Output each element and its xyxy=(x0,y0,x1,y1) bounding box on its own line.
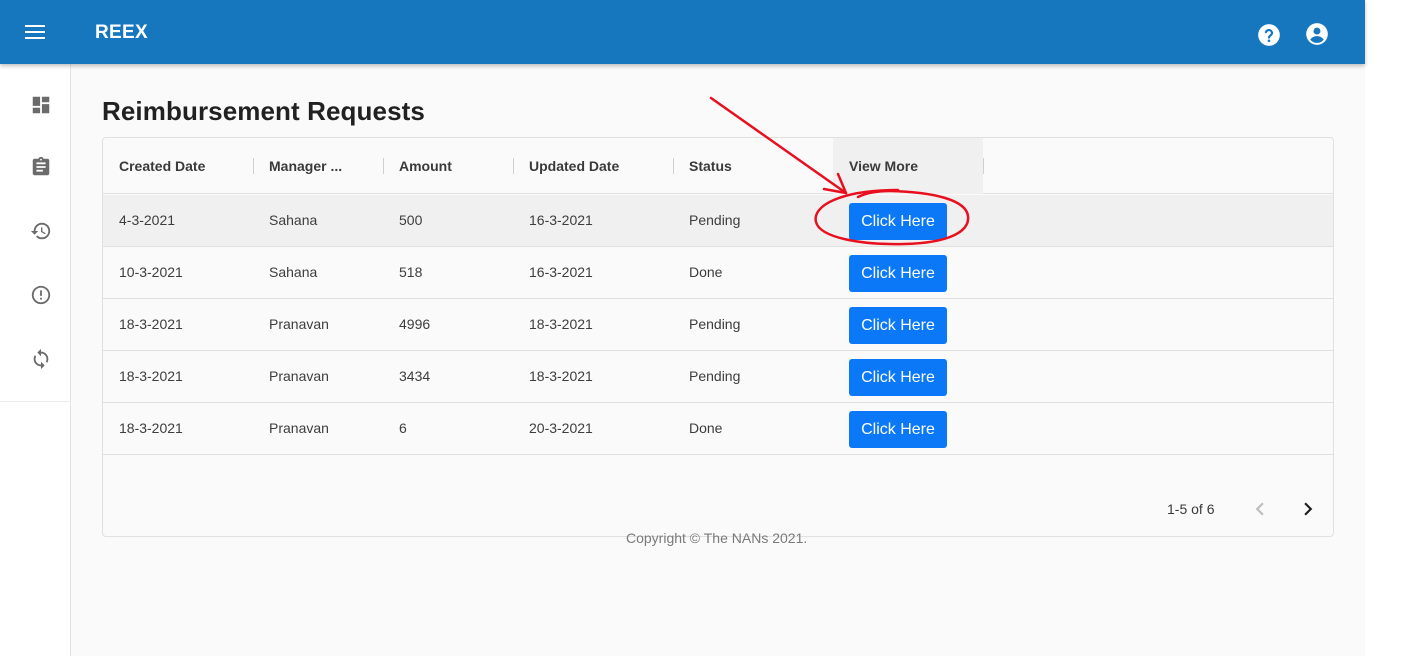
cell-updated-date: 20-3-2021 xyxy=(529,420,593,436)
cell-amount: 6 xyxy=(399,420,407,436)
cell-updated-date: 16-3-2021 xyxy=(529,264,593,280)
nav-history[interactable] xyxy=(22,212,64,252)
page-title: Reimbursement Requests xyxy=(102,96,425,126)
side-drawer xyxy=(0,64,71,656)
menu-icon[interactable] xyxy=(20,18,50,46)
column-header-status[interactable]: Status xyxy=(673,138,833,194)
dashboard-icon xyxy=(32,96,50,114)
history-icon xyxy=(30,222,51,240)
chevron-left-icon[interactable] xyxy=(1247,496,1273,522)
column-header-view-more[interactable]: View More xyxy=(833,138,983,194)
table-row[interactable]: 18-3-2021 Pranavan 4996 18-3-2021 Pendin… xyxy=(103,299,1333,351)
help-circle-icon[interactable] xyxy=(1256,22,1282,48)
chevron-right-icon[interactable] xyxy=(1295,496,1321,522)
table-row[interactable]: 10-3-2021 Sahana 518 16-3-2021 Done Clic… xyxy=(103,247,1333,299)
column-header-amount[interactable]: Amount xyxy=(383,138,513,194)
cell-status: Pending xyxy=(689,212,741,228)
cell-created-date: 10-3-2021 xyxy=(119,264,183,280)
cell-status: Pending xyxy=(689,368,741,384)
page: REEX Reimbursement Requests Created Date… xyxy=(0,0,1418,656)
view-more-button[interactable]: Click Here xyxy=(849,359,947,396)
view-more-button[interactable]: Click Here xyxy=(849,255,947,292)
column-separator[interactable] xyxy=(983,158,984,174)
cell-status: Done xyxy=(689,420,723,436)
view-more-button[interactable]: Click Here xyxy=(849,411,947,448)
column-header-manager[interactable]: Manager ... xyxy=(253,138,383,194)
nav-sync[interactable] xyxy=(22,340,64,380)
clipboard-icon xyxy=(32,156,50,176)
requests-table: Created Date Manager ... Amount Updated … xyxy=(102,137,1334,537)
cell-status: Pending xyxy=(689,316,741,332)
view-more-button[interactable]: Click Here xyxy=(849,307,947,344)
cell-amount: 3434 xyxy=(399,368,431,384)
column-header-updated-date[interactable]: Updated Date xyxy=(513,138,673,194)
cell-updated-date: 16-3-2021 xyxy=(529,212,593,228)
table-row[interactable]: 4-3-2021 Sahana 500 16-3-2021 Pending Cl… xyxy=(103,195,1333,247)
app-bar: REEX xyxy=(0,0,1365,64)
nav-dashboard[interactable] xyxy=(22,86,64,126)
cell-manager: Pranavan xyxy=(269,368,329,384)
table-row[interactable]: 18-3-2021 Pranavan 3434 18-3-2021 Pendin… xyxy=(103,351,1333,403)
copyright-footer: Copyright © The NANs 2021. xyxy=(626,530,808,546)
alert-circle-icon xyxy=(31,285,51,305)
cell-updated-date: 18-3-2021 xyxy=(529,316,593,332)
cell-updated-date: 18-3-2021 xyxy=(529,368,593,384)
nav-requests[interactable] xyxy=(22,148,64,188)
table-header: Created Date Manager ... Amount Updated … xyxy=(103,138,1333,194)
cell-manager: Sahana xyxy=(269,264,318,280)
cell-created-date: 18-3-2021 xyxy=(119,368,183,384)
cell-created-date: 4-3-2021 xyxy=(119,212,176,228)
cell-manager: Pranavan xyxy=(269,420,329,436)
pagination-range: 1-5 of 6 xyxy=(1167,501,1215,517)
cell-amount: 500 xyxy=(399,212,423,228)
cell-created-date: 18-3-2021 xyxy=(119,316,183,332)
sync-icon xyxy=(33,348,49,370)
drawer-nav xyxy=(0,64,70,402)
cell-manager: Pranavan xyxy=(269,316,329,332)
account-circle-icon[interactable] xyxy=(1304,21,1330,47)
cell-amount: 518 xyxy=(399,264,423,280)
cell-amount: 4996 xyxy=(399,316,431,332)
column-header-created-date[interactable]: Created Date xyxy=(103,138,253,194)
cell-created-date: 18-3-2021 xyxy=(119,420,183,436)
nav-alerts[interactable] xyxy=(22,276,64,316)
table-row[interactable]: 18-3-2021 Pranavan 6 20-3-2021 Done Clic… xyxy=(103,403,1333,455)
app-title: REEX xyxy=(95,22,148,43)
app-frame: REEX Reimbursement Requests Created Date… xyxy=(0,0,1365,656)
cell-status: Done xyxy=(689,264,723,280)
view-more-button[interactable]: Click Here xyxy=(849,203,947,240)
cell-manager: Sahana xyxy=(269,212,318,228)
